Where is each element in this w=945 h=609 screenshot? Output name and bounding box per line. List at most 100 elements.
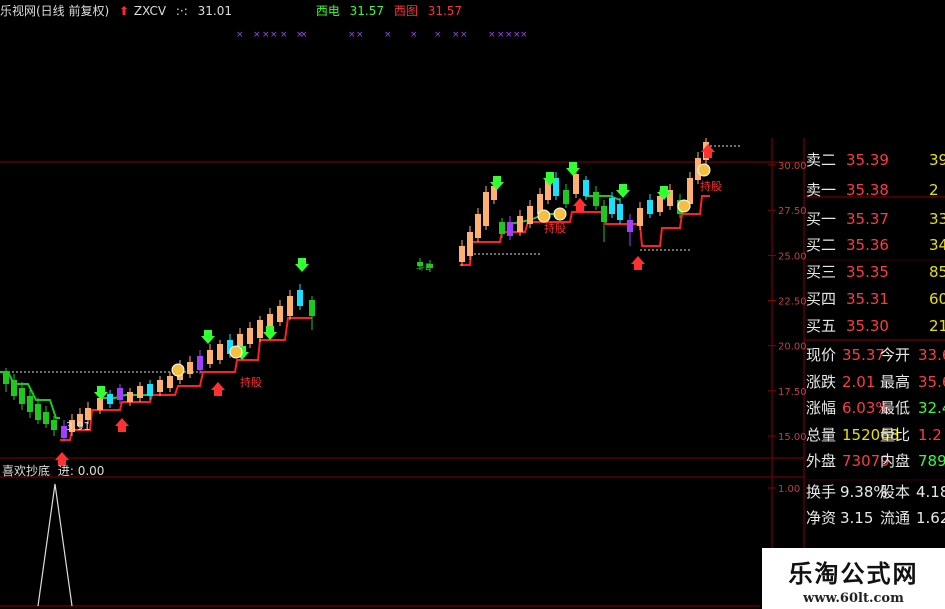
marker-dot: × — [505, 30, 513, 40]
marker-dot: × — [356, 30, 364, 40]
marker-dot: × — [300, 30, 308, 40]
watermark-title: 乐淘公式网 — [788, 560, 919, 588]
coin-icon — [229, 345, 243, 359]
indicator-spike — [37, 483, 73, 607]
y-tick-label: 20.00 — [778, 342, 807, 353]
bid-row: 买四 35.31 60 — [806, 290, 945, 308]
coin-icon — [537, 209, 551, 223]
sell-label: 西电 — [315, 4, 340, 18]
buy-arrow-icon — [263, 326, 277, 340]
candle-body — [609, 198, 615, 214]
indicator-panel-value: 0.00 — [77, 464, 105, 478]
indicator-dots: :·: — [175, 4, 188, 18]
indicator-panel-label: 进: — [57, 464, 74, 478]
low-price-label: 3.91 — [66, 420, 91, 433]
marker-dot: × — [452, 30, 460, 40]
support-line — [460, 195, 710, 266]
buy-arrow-icon — [566, 162, 580, 176]
extra-row: 换手 9.38% 股本 4.18亿 — [806, 483, 945, 501]
y-tick-label: 15.00 — [778, 432, 807, 443]
bid-row: 买三 35.35 85 — [806, 263, 945, 281]
candle-body — [127, 392, 133, 402]
marker-dot: × — [236, 30, 244, 40]
coin-icon — [697, 163, 711, 177]
candle-body — [527, 206, 533, 224]
candle-body — [287, 296, 293, 316]
marker-dot: × — [410, 30, 418, 40]
sell-arrow-icon — [631, 256, 645, 270]
sub-y-tick-label: 1.00 — [778, 484, 800, 495]
indicator-name[interactable]: ZXCV — [134, 4, 166, 18]
extra-row: 净资 3.15 流通 1.62亿 — [806, 509, 945, 527]
sell-value: 31.57 — [349, 4, 385, 18]
candle-body — [147, 384, 153, 396]
indicator-panel-header: 喜欢抄底 进: 0.00 — [2, 462, 104, 479]
indicator-panel-name[interactable]: 喜欢抄底 — [2, 464, 50, 478]
candle-body — [137, 386, 143, 398]
buy-arrow-icon — [201, 330, 215, 344]
sell-arrow-icon — [211, 382, 225, 396]
candle-body — [85, 408, 91, 420]
candle-body — [187, 362, 193, 374]
marker-dot: × — [384, 30, 392, 40]
hold-tag: 持股 — [700, 179, 722, 193]
candle-body — [11, 380, 17, 396]
candle-body — [19, 388, 25, 404]
ask-row: 卖一 35.38 2 — [806, 181, 939, 199]
candle-body — [617, 204, 623, 220]
y-tick-label: 17.50 — [778, 387, 807, 398]
candle-body — [583, 180, 589, 196]
stat-row: 外盘 73079 内盘 78985 — [806, 452, 945, 470]
candle-body — [217, 344, 223, 360]
candle-body — [309, 300, 315, 316]
y-tick-label: 22.50 — [778, 297, 807, 308]
bid-row: 买五 35.30 210 — [806, 317, 945, 335]
stat-row: 现价 35.37 今开 33.6 — [806, 346, 945, 364]
candle-body — [27, 396, 33, 412]
hold-tag: 持股 — [544, 221, 566, 235]
candle-body — [593, 192, 599, 206]
candle-body — [117, 388, 123, 400]
bid-row: 买一 35.37 33 — [806, 210, 945, 228]
marker-dot: × — [348, 30, 356, 40]
marker-dot: × — [488, 30, 496, 40]
coin-icon — [677, 199, 691, 213]
hold-tag: 持股 — [240, 375, 262, 389]
buy-arrow-icon — [616, 184, 630, 198]
marker-dot: × — [270, 30, 278, 40]
candle-body — [157, 380, 163, 392]
sell2-value: 31.57 — [427, 4, 463, 18]
buy-arrow-icon — [295, 258, 309, 272]
candle-body — [483, 192, 489, 226]
y-tick-label: 30.00 — [778, 161, 807, 172]
candle-body — [627, 220, 633, 232]
candle-body — [257, 320, 263, 338]
candle-body — [167, 376, 173, 388]
indicator-value: 31.01 — [197, 4, 232, 18]
stock-title: 乐视网(日线 前复权) — [0, 4, 110, 18]
candle-body — [297, 290, 303, 306]
y-tick-label: 27.50 — [778, 206, 807, 217]
candle-body — [507, 222, 513, 236]
candle-body — [637, 208, 643, 226]
candle-body — [475, 214, 481, 238]
candle-body — [35, 404, 41, 420]
candle-body — [563, 190, 569, 204]
coin-icon — [171, 363, 185, 377]
candle-body — [51, 420, 57, 430]
bid-row: 买二 35.36 34 — [806, 236, 945, 254]
marker-dot: × — [460, 30, 468, 40]
support-line — [60, 317, 312, 441]
candle-body — [601, 206, 607, 222]
marker-dot: × — [520, 30, 528, 40]
marker-dot: × — [253, 30, 261, 40]
candle-body — [43, 412, 49, 424]
candle-body — [277, 306, 283, 322]
y-tick-label: 25.00 — [778, 251, 807, 262]
candle-body — [3, 372, 9, 384]
up-arrow-icon: ⬆ — [119, 4, 130, 18]
marker-dot: × — [280, 30, 288, 40]
marker-dot: × — [434, 30, 442, 40]
quote-panel: 卖二 35.39 39 卖一 35.38 2 买一 35.37 33 买二 35… — [804, 138, 945, 608]
candle-body — [107, 394, 113, 404]
